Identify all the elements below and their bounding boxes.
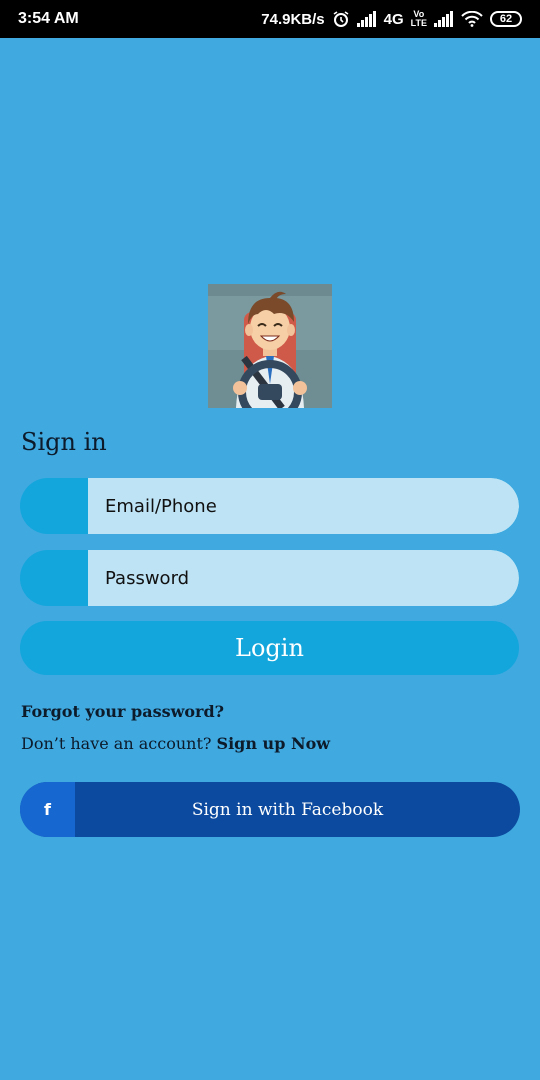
facebook-icon: f — [20, 782, 75, 837]
email-field-icon-area — [20, 478, 88, 534]
battery-level: 62 — [499, 13, 513, 25]
signup-line: Don’t have an account? Sign up Now — [21, 734, 330, 753]
status-icons: 74.9KB/s 4G Vo LTE 62 — [261, 10, 522, 28]
sign-in-title: Sign in — [21, 428, 107, 456]
battery-icon: 62 — [490, 11, 522, 27]
login-button[interactable]: Login — [20, 621, 519, 675]
network-type: 4G — [383, 10, 404, 28]
driver-avatar-image — [208, 284, 332, 408]
status-time: 3:54 AM — [18, 10, 79, 27]
password-field-container — [20, 550, 519, 606]
network-speed: 74.9KB/s — [261, 10, 325, 28]
status-bar: 3:54 AM 74.9KB/s 4G Vo LTE 62 — [0, 0, 540, 38]
forgot-password-link[interactable]: Forgot your password? — [21, 702, 224, 721]
wifi-icon — [461, 11, 483, 27]
alarm-icon — [333, 11, 349, 27]
email-phone-input[interactable] — [88, 478, 519, 534]
no-account-text: Don’t have an account? — [21, 734, 217, 753]
email-field-container — [20, 478, 519, 534]
signal-icon-2 — [434, 11, 453, 27]
password-input[interactable] — [88, 550, 519, 606]
facebook-sign-in-button[interactable]: f Sign in with Facebook — [20, 782, 520, 837]
volte-icon: Vo LTE — [410, 9, 427, 28]
sign-up-link[interactable]: Sign up Now — [217, 734, 330, 753]
signal-icon — [356, 11, 376, 27]
facebook-button-label: Sign in with Facebook — [191, 799, 384, 820]
password-field-icon-area — [20, 550, 88, 606]
